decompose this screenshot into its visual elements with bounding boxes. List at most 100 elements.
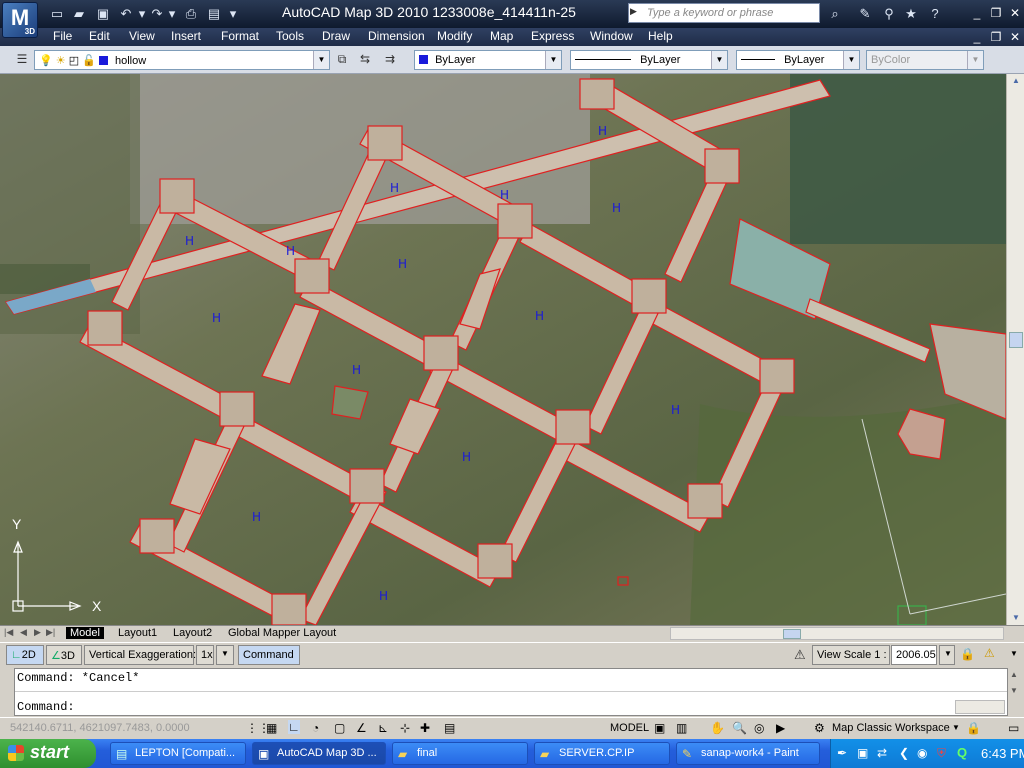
chevron-down-icon[interactable]: ▼	[1010, 649, 1018, 658]
otrack-icon[interactable]: ∠	[356, 721, 367, 735]
command-scroll-up-icon[interactable]: ▲	[1010, 670, 1018, 679]
task-lepton[interactable]: ▤ LEPTON [Compati...	[110, 742, 246, 765]
chevron-down-icon[interactable]: ▼	[711, 51, 727, 69]
lock-icon[interactable]: 🔒	[960, 647, 975, 661]
quick-properties-icon[interactable]: ▤	[444, 721, 455, 735]
favorites-star-icon[interactable]: ★	[902, 5, 920, 23]
tray-network-icon[interactable]: ⇄	[877, 746, 887, 760]
menu-file[interactable]: File	[53, 29, 72, 43]
layer-previous-icon[interactable]: ⇆	[357, 51, 373, 67]
menu-insert[interactable]: Insert	[171, 29, 201, 43]
command-line-window[interactable]: Command: *Cancel* Command:	[14, 668, 1008, 716]
menu-tools[interactable]: Tools	[276, 29, 304, 43]
scroll-up-icon[interactable]: ▲	[1009, 74, 1023, 88]
help-icon[interactable]: ?	[926, 5, 944, 23]
menu-draw[interactable]: Draw	[322, 29, 350, 43]
warning-icon[interactable]: ⚠	[794, 647, 806, 663]
hscroll-thumb[interactable]	[783, 629, 801, 639]
info-icon[interactable]: ⚲	[880, 5, 898, 23]
search-expand-icon[interactable]: ▶	[630, 6, 637, 17]
tab-nav-last-icon[interactable]: ▶|	[46, 627, 55, 638]
alert-icon[interactable]: ⚠	[984, 646, 995, 660]
command-scroll-down-icon[interactable]: ▼	[1010, 686, 1018, 695]
tab-layout2[interactable]: Layout2	[169, 627, 216, 639]
chevron-down-icon[interactable]: ▼	[843, 51, 859, 69]
scroll-down-icon[interactable]: ▼	[1009, 611, 1023, 625]
task-paint[interactable]: ✎ sanap-work4 - Paint	[676, 742, 820, 765]
workspace-icon[interactable]: ▤	[205, 5, 223, 23]
vertical-scrollbar[interactable]: ▲ ▼	[1006, 74, 1024, 625]
make-current-layer-icon[interactable]: ⧉	[334, 51, 350, 67]
command-button[interactable]: Command	[238, 645, 300, 665]
vertical-exaggeration-value[interactable]: 1x	[196, 645, 214, 665]
color-dropdown[interactable]: ByLayer ▼	[414, 50, 562, 70]
chevron-down-icon[interactable]: ▼	[545, 51, 561, 69]
task-final-folder[interactable]: ▰ final	[392, 742, 528, 765]
menu-window[interactable]: Window	[590, 29, 633, 43]
chevron-down-icon[interactable]: ▼	[313, 51, 329, 69]
restore-window-icon[interactable]: ❐	[987, 5, 1005, 22]
chevron-down-icon[interactable]: ▼	[939, 645, 955, 665]
model-space-button[interactable]: MODEL	[610, 722, 649, 734]
redo-dropdown-icon[interactable]: ▾	[163, 5, 181, 23]
layer-states-icon[interactable]: ⇉	[382, 51, 398, 67]
new-file-icon[interactable]: ▭	[48, 5, 66, 23]
task-server-folder[interactable]: ▰ SERVER.CP.IP	[534, 742, 670, 765]
cursor-coordinates[interactable]: 542140.6711, 4621097.7483, 0.0000	[10, 722, 190, 734]
close-window-icon[interactable]: ✕	[1006, 5, 1024, 22]
minimize-window-icon[interactable]: _	[968, 5, 986, 22]
chevron-down-icon[interactable]: ▼	[952, 723, 960, 732]
steering-wheel-icon[interactable]: ◎	[754, 721, 764, 735]
command-prompt[interactable]: Command:	[17, 700, 75, 714]
showmotion-icon[interactable]: ▶	[776, 721, 785, 735]
quick-view-layouts-icon[interactable]: ▣	[654, 721, 665, 735]
layer-dropdown[interactable]: 💡 ☀ ◰ 🔓 hollow ▼	[34, 50, 330, 70]
view-3d-button[interactable]: ∠3D	[46, 645, 82, 665]
menu-map[interactable]: Map	[490, 29, 513, 43]
quick-view-drawings-icon[interactable]: ▥	[676, 721, 687, 735]
help-search-input[interactable]: Type a keyword or phrase	[628, 3, 820, 23]
doc-close-icon[interactable]: ✕	[1006, 29, 1024, 46]
doc-restore-icon[interactable]: ❐	[987, 29, 1005, 46]
open-folder-icon[interactable]: ▰	[70, 5, 88, 23]
application-menu-button[interactable]: M 3D	[2, 2, 38, 38]
drawing-canvas[interactable]: H H H H H H H H H H H H H H Y X	[0, 74, 1006, 625]
lineweight-icon[interactable]: ✚	[420, 721, 430, 735]
chevron-down-icon[interactable]: ▼	[216, 645, 234, 665]
tray-expand-icon[interactable]: ❮	[899, 746, 909, 760]
start-button[interactable]: start	[0, 739, 96, 768]
workspace-gear-icon[interactable]: ⚙	[814, 721, 825, 735]
pan-icon[interactable]: ✋	[710, 721, 725, 735]
tray-monitor-icon[interactable]: ▣	[857, 746, 868, 760]
polar-icon[interactable]: ◔	[312, 721, 319, 735]
command-hscrollbar[interactable]	[955, 700, 1005, 714]
tray-shield-icon[interactable]: ⛨	[937, 746, 946, 761]
task-autocad[interactable]: ▣ AutoCAD Map 3D ...	[252, 742, 386, 765]
tab-model[interactable]: Model	[66, 627, 104, 639]
osnap-icon[interactable]: ▢	[334, 721, 345, 735]
tray-q-icon[interactable]: Q	[957, 745, 967, 760]
menu-dimension[interactable]: Dimension	[368, 29, 425, 43]
horizontal-scrollbar[interactable]	[670, 627, 1004, 640]
menu-format[interactable]: Format	[221, 29, 259, 43]
binoculars-search-icon[interactable]: ⌕	[826, 5, 844, 23]
tab-layout1[interactable]: Layout1	[114, 627, 161, 639]
tab-nav-prev-icon[interactable]: ◀	[20, 627, 27, 638]
menu-modify[interactable]: Modify	[437, 29, 472, 43]
lineweight-dropdown[interactable]: ByLayer ▼	[736, 50, 860, 70]
menu-edit[interactable]: Edit	[89, 29, 110, 43]
doc-minimize-icon[interactable]: _	[968, 29, 986, 46]
tray-bluetooth-icon[interactable]: ◉	[917, 746, 927, 760]
dyn-icon[interactable]: ⊹	[400, 721, 410, 735]
layer-properties-icon[interactable]: ☰	[14, 51, 30, 67]
view-scale-value[interactable]: 2006.05	[891, 645, 937, 665]
tray-clock[interactable]: 6:43 PM	[981, 746, 1024, 761]
tab-nav-next-icon[interactable]: ▶	[34, 627, 41, 638]
quick-access-dropdown-icon[interactable]: ▾	[224, 5, 242, 23]
tray-pen-icon[interactable]: ✒	[837, 746, 847, 760]
ortho-icon[interactable]: ∟	[288, 720, 300, 734]
clean-screen-icon[interactable]: ▭	[1008, 721, 1019, 735]
menu-view[interactable]: View	[129, 29, 155, 43]
menu-express[interactable]: Express	[531, 29, 574, 43]
menu-help[interactable]: Help	[648, 29, 673, 43]
